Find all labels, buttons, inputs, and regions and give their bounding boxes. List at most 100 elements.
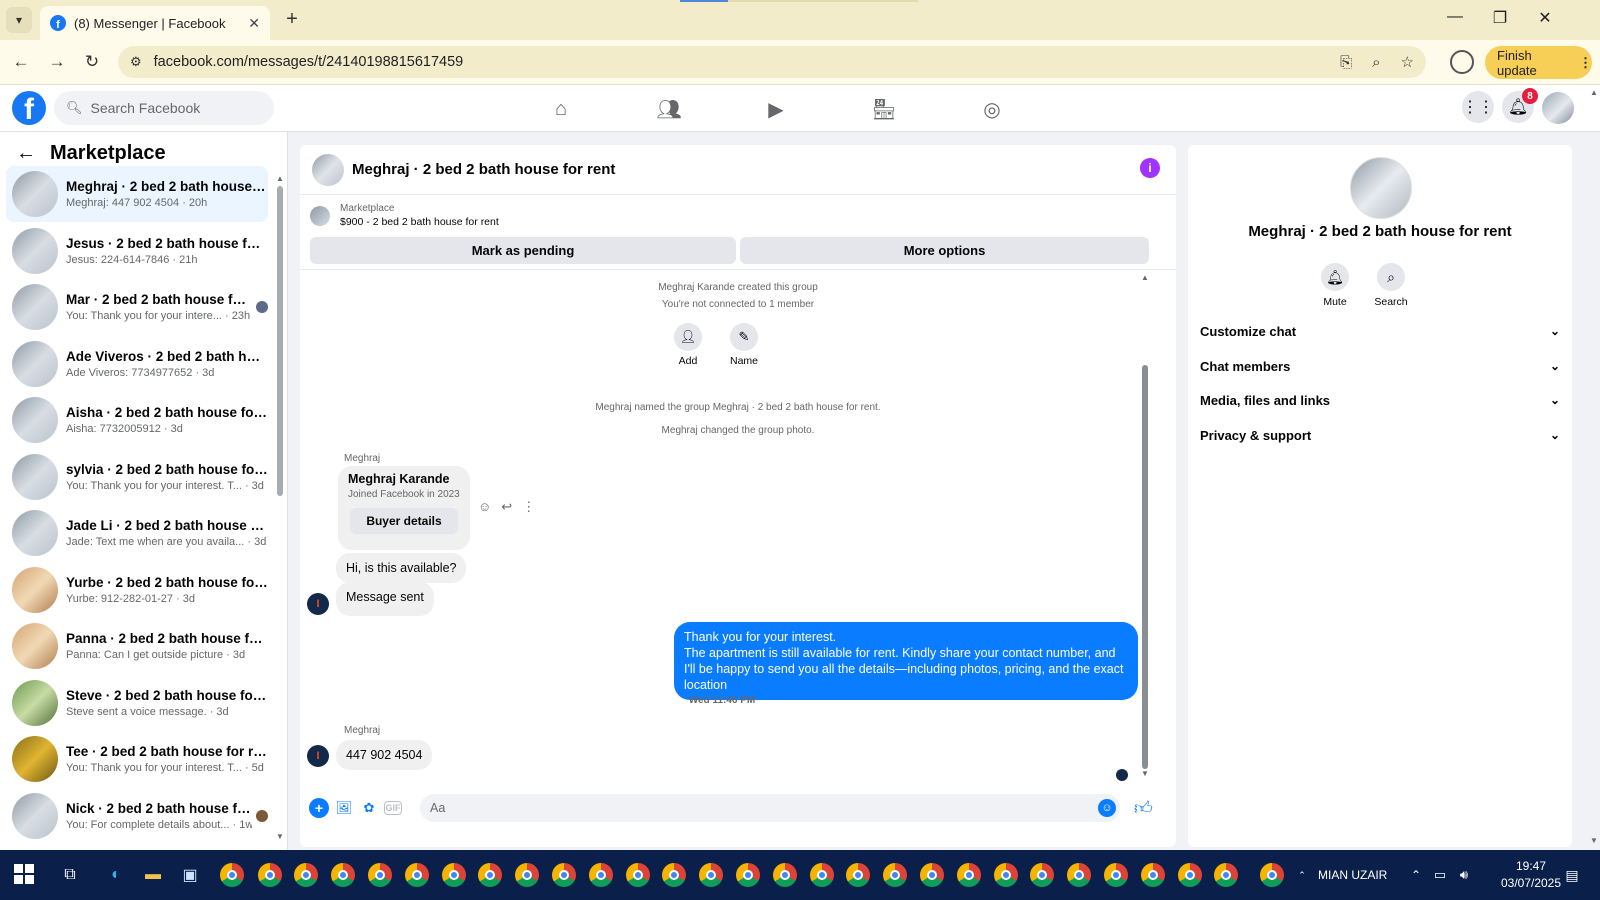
browser-tab-active[interactable]: f (8) Messenger | Facebook ✕ — [40, 6, 270, 40]
scroll-down-arrow-icon[interactable]: ▼ — [1141, 769, 1149, 778]
install-app-icon[interactable]: ⎘ — [1340, 54, 1352, 71]
chrome-icon[interactable] — [1178, 863, 1202, 887]
chrome-icon[interactable] — [736, 863, 760, 887]
scrollbar-thumb[interactable] — [1142, 365, 1148, 769]
network-icon[interactable]: ▭ — [1428, 863, 1452, 887]
edge-browser-icon[interactable]: ◐ — [104, 863, 128, 887]
chrome-icon[interactable] — [1030, 863, 1054, 887]
edit-name-icon[interactable]: ✎ — [730, 323, 758, 351]
conversation-item[interactable]: Nick · 2 bed 2 bath house for ... You: Fo… — [6, 788, 268, 844]
chrome-icon[interactable] — [405, 863, 429, 887]
chrome-icon[interactable] — [920, 863, 944, 887]
privacy-support-row[interactable]: Privacy & support ⌄ — [1200, 423, 1560, 447]
scrollbar-thumb[interactable] — [277, 186, 283, 496]
home-icon[interactable]: ⌂ — [547, 95, 575, 123]
reload-icon[interactable]: ↻ — [80, 50, 104, 74]
chrome-icon[interactable] — [883, 863, 907, 887]
chrome-icon[interactable] — [552, 863, 576, 887]
gif-icon[interactable]: GIF — [384, 801, 402, 815]
site-info-icon[interactable]: ⚙ — [130, 54, 142, 70]
chrome-icon[interactable] — [1214, 863, 1238, 887]
chrome-icon[interactable] — [626, 863, 650, 887]
windows-start-icon[interactable] — [14, 864, 34, 884]
media-files-links-row[interactable]: Media, files and links ⌄ — [1200, 388, 1560, 412]
notification-center-icon[interactable]: ▤ — [1560, 863, 1584, 887]
buyer-details-button[interactable]: Buyer details — [350, 508, 458, 534]
chrome-icon[interactable] — [589, 863, 613, 887]
tab-close-icon[interactable]: ✕ — [248, 15, 260, 32]
forward-icon[interactable]: → — [45, 50, 69, 74]
incoming-message[interactable]: 447 902 4504 — [336, 740, 433, 770]
group-avatar[interactable] — [1350, 157, 1412, 219]
bookmark-star-icon[interactable]: ☆ — [1401, 53, 1414, 71]
conversation-item[interactable]: Mar · 2 bed 2 bath house for ... You: Tha… — [6, 279, 268, 335]
chrome-icon[interactable] — [331, 863, 355, 887]
taskbar-overflow-icon[interactable]: ⌃ — [1290, 863, 1314, 887]
chrome-icon[interactable] — [258, 863, 282, 887]
system-clock[interactable]: 19:47 03/07/2025 — [1496, 858, 1566, 892]
conversation-item[interactable]: Jade Li · 2 bed 2 bath house for ... Jade… — [6, 505, 268, 561]
chrome-icon[interactable] — [994, 863, 1018, 887]
chrome-icon[interactable] — [442, 863, 466, 887]
chat-avatar[interactable] — [312, 153, 344, 186]
sender-avatar[interactable]: I — [307, 593, 329, 615]
profile-icon[interactable] — [1450, 50, 1474, 74]
account-avatar[interactable] — [1542, 92, 1574, 124]
task-view-icon[interactable]: ⧉ — [58, 863, 82, 887]
friends-icon[interactable]: 👥︎ — [655, 95, 683, 123]
volume-icon[interactable]: 🔊︎ — [1452, 863, 1476, 887]
file-explorer-icon[interactable]: ▬ — [141, 863, 165, 887]
conversation-item[interactable]: Ade Viveros · 2 bed 2 bath hous... Ade Vi… — [6, 336, 268, 392]
outgoing-message[interactable]: Thank you for your interest. The apartme… — [674, 622, 1138, 700]
chrome-icon[interactable] — [1260, 863, 1284, 887]
chrome-icon[interactable] — [957, 863, 981, 887]
more-options-button[interactable]: More options — [740, 237, 1149, 264]
chat-scrollbar[interactable]: ▲ ▼ — [1140, 273, 1150, 781]
conversation-item[interactable]: Panna · 2 bed 2 bath house for ... Panna:… — [6, 618, 268, 674]
address-bar[interactable]: ⚙ facebook.com/messages/t/24140198815617… — [118, 46, 1426, 78]
back-arrow-icon[interactable]: ← — [16, 142, 36, 165]
incoming-message[interactable]: Message sent — [336, 582, 434, 616]
groups-icon[interactable]: ◎ — [978, 95, 1006, 123]
chrome-icon[interactable] — [773, 863, 797, 887]
listing-summary[interactable]: Marketplace $900 - 2 bed 2 bath house fo… — [310, 203, 499, 228]
new-tab-icon[interactable]: + — [280, 8, 304, 31]
tray-chevron-up-icon[interactable]: ⌃ — [1404, 863, 1428, 887]
reply-icon[interactable]: ↩ — [501, 499, 512, 515]
info-icon[interactable]: i — [1140, 158, 1160, 178]
url-text[interactable]: facebook.com/messages/t/2414019881561745… — [154, 54, 1320, 70]
chrome-icon[interactable] — [1067, 863, 1091, 887]
chrome-icon[interactable] — [515, 863, 539, 887]
conversation-item[interactable]: Tee · 2 bed 2 bath house for rent You: Th… — [6, 731, 268, 787]
react-emoji-icon[interactable]: ☺ — [478, 499, 491, 515]
chrome-icon[interactable] — [699, 863, 723, 887]
tab-search-chevron-icon[interactable]: ▾ — [6, 7, 32, 33]
conversation-item[interactable]: sylvia · 2 bed 2 bath house for r... You:… — [6, 449, 268, 505]
conversation-item[interactable]: Meghraj · 2 bed 2 bath house f... Meghraj… — [6, 166, 268, 222]
finish-update-button[interactable]: Finish update ⋮ — [1485, 46, 1592, 79]
chrome-icon[interactable] — [478, 863, 502, 887]
back-icon[interactable]: ← — [9, 50, 33, 74]
conversation-item[interactable]: Steve · 2 bed 2 bath house for r... Steve… — [6, 675, 268, 731]
page-scrollbar[interactable]: ▲ ▼ — [1588, 88, 1600, 848]
restore-icon[interactable]: ❐ — [1485, 8, 1515, 28]
chat-title[interactable]: Meghraj · 2 bed 2 bath house for rent — [352, 161, 615, 178]
taskbar-user-label[interactable]: MIAN UZAIR — [1318, 868, 1387, 882]
facebook-search-input[interactable]: 🔍︎ Search Facebook — [54, 91, 274, 125]
search-in-chat-button[interactable]: ⌕ Search — [1366, 263, 1416, 308]
sidebar-scrollbar[interactable]: ▲ ▼ — [276, 174, 284, 844]
chrome-icon[interactable] — [1141, 863, 1165, 887]
minimize-icon[interactable]: — — [1440, 8, 1470, 26]
menu-grid-icon[interactable]: ⋮⋮ — [1462, 91, 1494, 123]
customize-chat-row[interactable]: Customize chat ⌄ — [1200, 319, 1560, 343]
chrome-icon[interactable] — [294, 863, 318, 887]
zoom-icon[interactable]: ⌕ — [1372, 54, 1380, 71]
marketplace-icon[interactable]: 🏪︎ — [870, 95, 898, 123]
window-close-icon[interactable]: ✕ — [1530, 8, 1560, 28]
conversation-item[interactable]: Yurbe · 2 bed 2 bath house for r... Yurbe… — [6, 562, 268, 618]
photo-icon[interactable]: 🖼︎ — [334, 798, 354, 818]
scroll-down-arrow-icon[interactable]: ▼ — [276, 832, 284, 841]
conversation-item[interactable]: Aisha · 2 bed 2 bath house for r... Aisha… — [6, 392, 268, 448]
more-actions-icon[interactable]: ⋮ — [522, 499, 535, 515]
sender-avatar[interactable]: I — [307, 745, 329, 767]
